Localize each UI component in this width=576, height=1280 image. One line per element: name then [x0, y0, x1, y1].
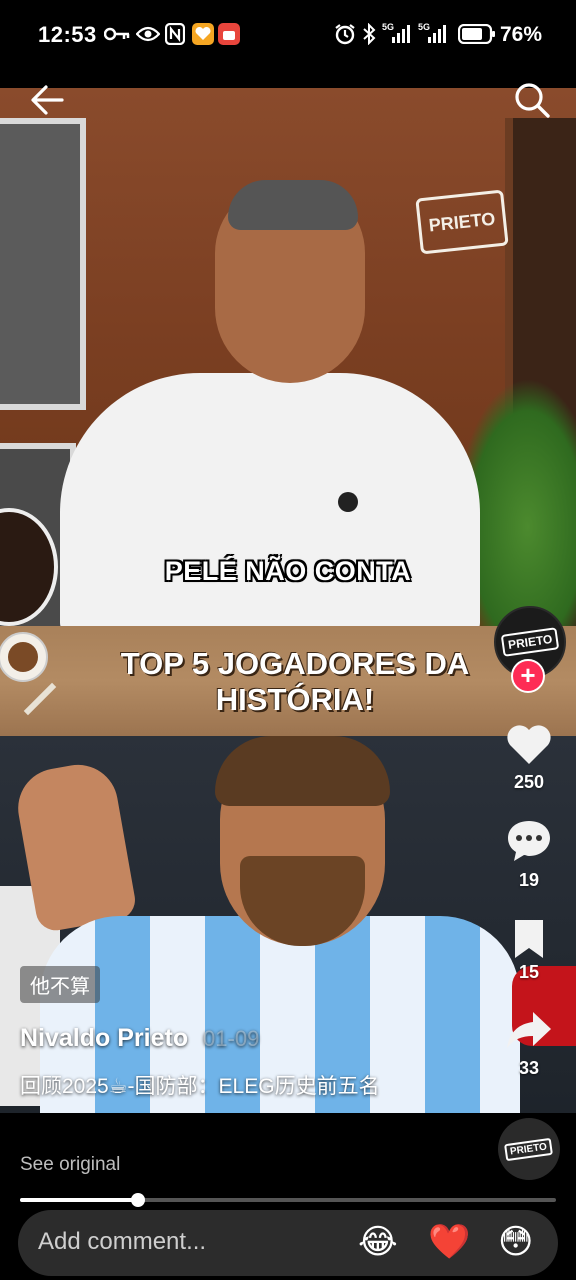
like-button[interactable]: 250: [494, 722, 564, 793]
like-count: 250: [513, 772, 545, 792]
sticker-tag: 他不算: [20, 966, 100, 1003]
presenter-hair: [228, 180, 358, 230]
emoji-laugh-button[interactable]: 😂: [358, 1222, 398, 1262]
title-banner: TOP 5 JOGADORES DA HISTÓRIA!: [0, 626, 576, 736]
video-progress-bar[interactable]: [20, 1193, 556, 1207]
see-original-link[interactable]: See original: [20, 1154, 120, 1176]
bookmark-icon: [515, 920, 543, 958]
author-name-text: Nivaldo Prieto: [20, 1024, 189, 1052]
comment-bar[interactable]: Add comment... 😂 ❤️ 😳: [18, 1210, 558, 1276]
progress-fill: [20, 1198, 138, 1202]
comment-count: 19: [518, 870, 540, 890]
signal-2-icon: 5G: [418, 22, 450, 46]
share-count: 33: [518, 1058, 540, 1078]
app-heart-icon: [192, 22, 214, 46]
favorite-button[interactable]: 15: [494, 918, 564, 983]
search-icon: [515, 83, 550, 118]
bluetooth-icon: [360, 22, 378, 46]
heart-icon: [507, 725, 551, 764]
emoji-flushed-button[interactable]: 😳: [498, 1222, 533, 1262]
battery-icon: [458, 22, 496, 46]
signal-1-icon: 5G: [382, 22, 414, 46]
app-red-icon: [218, 22, 240, 46]
share-arrow-icon: [507, 1012, 551, 1048]
key-icon: [104, 22, 130, 46]
banner-title-line1: TOP 5 JOGADORES DA: [120, 646, 470, 681]
banner-title: TOP 5 JOGADORES DA HISTÓRIA!: [60, 646, 530, 718]
avatar-logo: PRIETO: [500, 627, 560, 657]
emoji-heart-button[interactable]: ❤️: [428, 1222, 470, 1262]
comment-icon: [508, 821, 550, 861]
nfc-icon: [164, 22, 186, 46]
coffee-cup-icon: [0, 632, 48, 682]
battery-percent: 76%: [500, 23, 543, 46]
post-date: 01-09: [203, 1026, 260, 1051]
player-hair: [215, 736, 390, 806]
video-player[interactable]: PRIETO PELÉ NÃO CONTA TOP 5 JOGADORES DA…: [0, 88, 576, 1113]
pencil-icon: [23, 682, 57, 716]
banner-title-line2: HISTÓRIA!: [215, 682, 375, 717]
comment-button[interactable]: 19: [494, 818, 564, 891]
author-name[interactable]: Nivaldo Prieto 01-09: [20, 1024, 259, 1053]
brand-logo: PRIETO: [415, 189, 509, 255]
favorite-count: 15: [518, 962, 540, 982]
coffee-liquid: [8, 642, 38, 672]
alarm-icon: [333, 22, 357, 46]
music-logo: PRIETO: [504, 1137, 554, 1161]
video-caption: PELÉ NÃO CONTA: [164, 556, 412, 586]
post-description: 回顾2025☕-国防部：ELEG历史前五名: [20, 1075, 380, 1098]
back-button[interactable]: [28, 82, 68, 118]
comment-input[interactable]: Add comment...: [38, 1228, 206, 1256]
eye-icon: [136, 22, 160, 46]
presenter-shirt: [60, 373, 480, 633]
status-time: 12:53: [38, 22, 97, 47]
search-button[interactable]: [512, 80, 552, 120]
video-frame-studio: PRIETO PELÉ NÃO CONTA: [0, 88, 576, 635]
follow-button[interactable]: +: [511, 659, 545, 693]
music-disc[interactable]: PRIETO: [498, 1118, 560, 1180]
progress-knob[interactable]: [130, 1193, 145, 1207]
video-frame-player: [0, 736, 576, 1113]
arrow-left-icon: [31, 85, 64, 115]
wall-poster: [0, 118, 86, 410]
share-button[interactable]: 33: [494, 1008, 564, 1079]
lapel-mic: [338, 492, 358, 512]
status-bar: 12:53 5G 5G 76%: [0, 0, 576, 72]
